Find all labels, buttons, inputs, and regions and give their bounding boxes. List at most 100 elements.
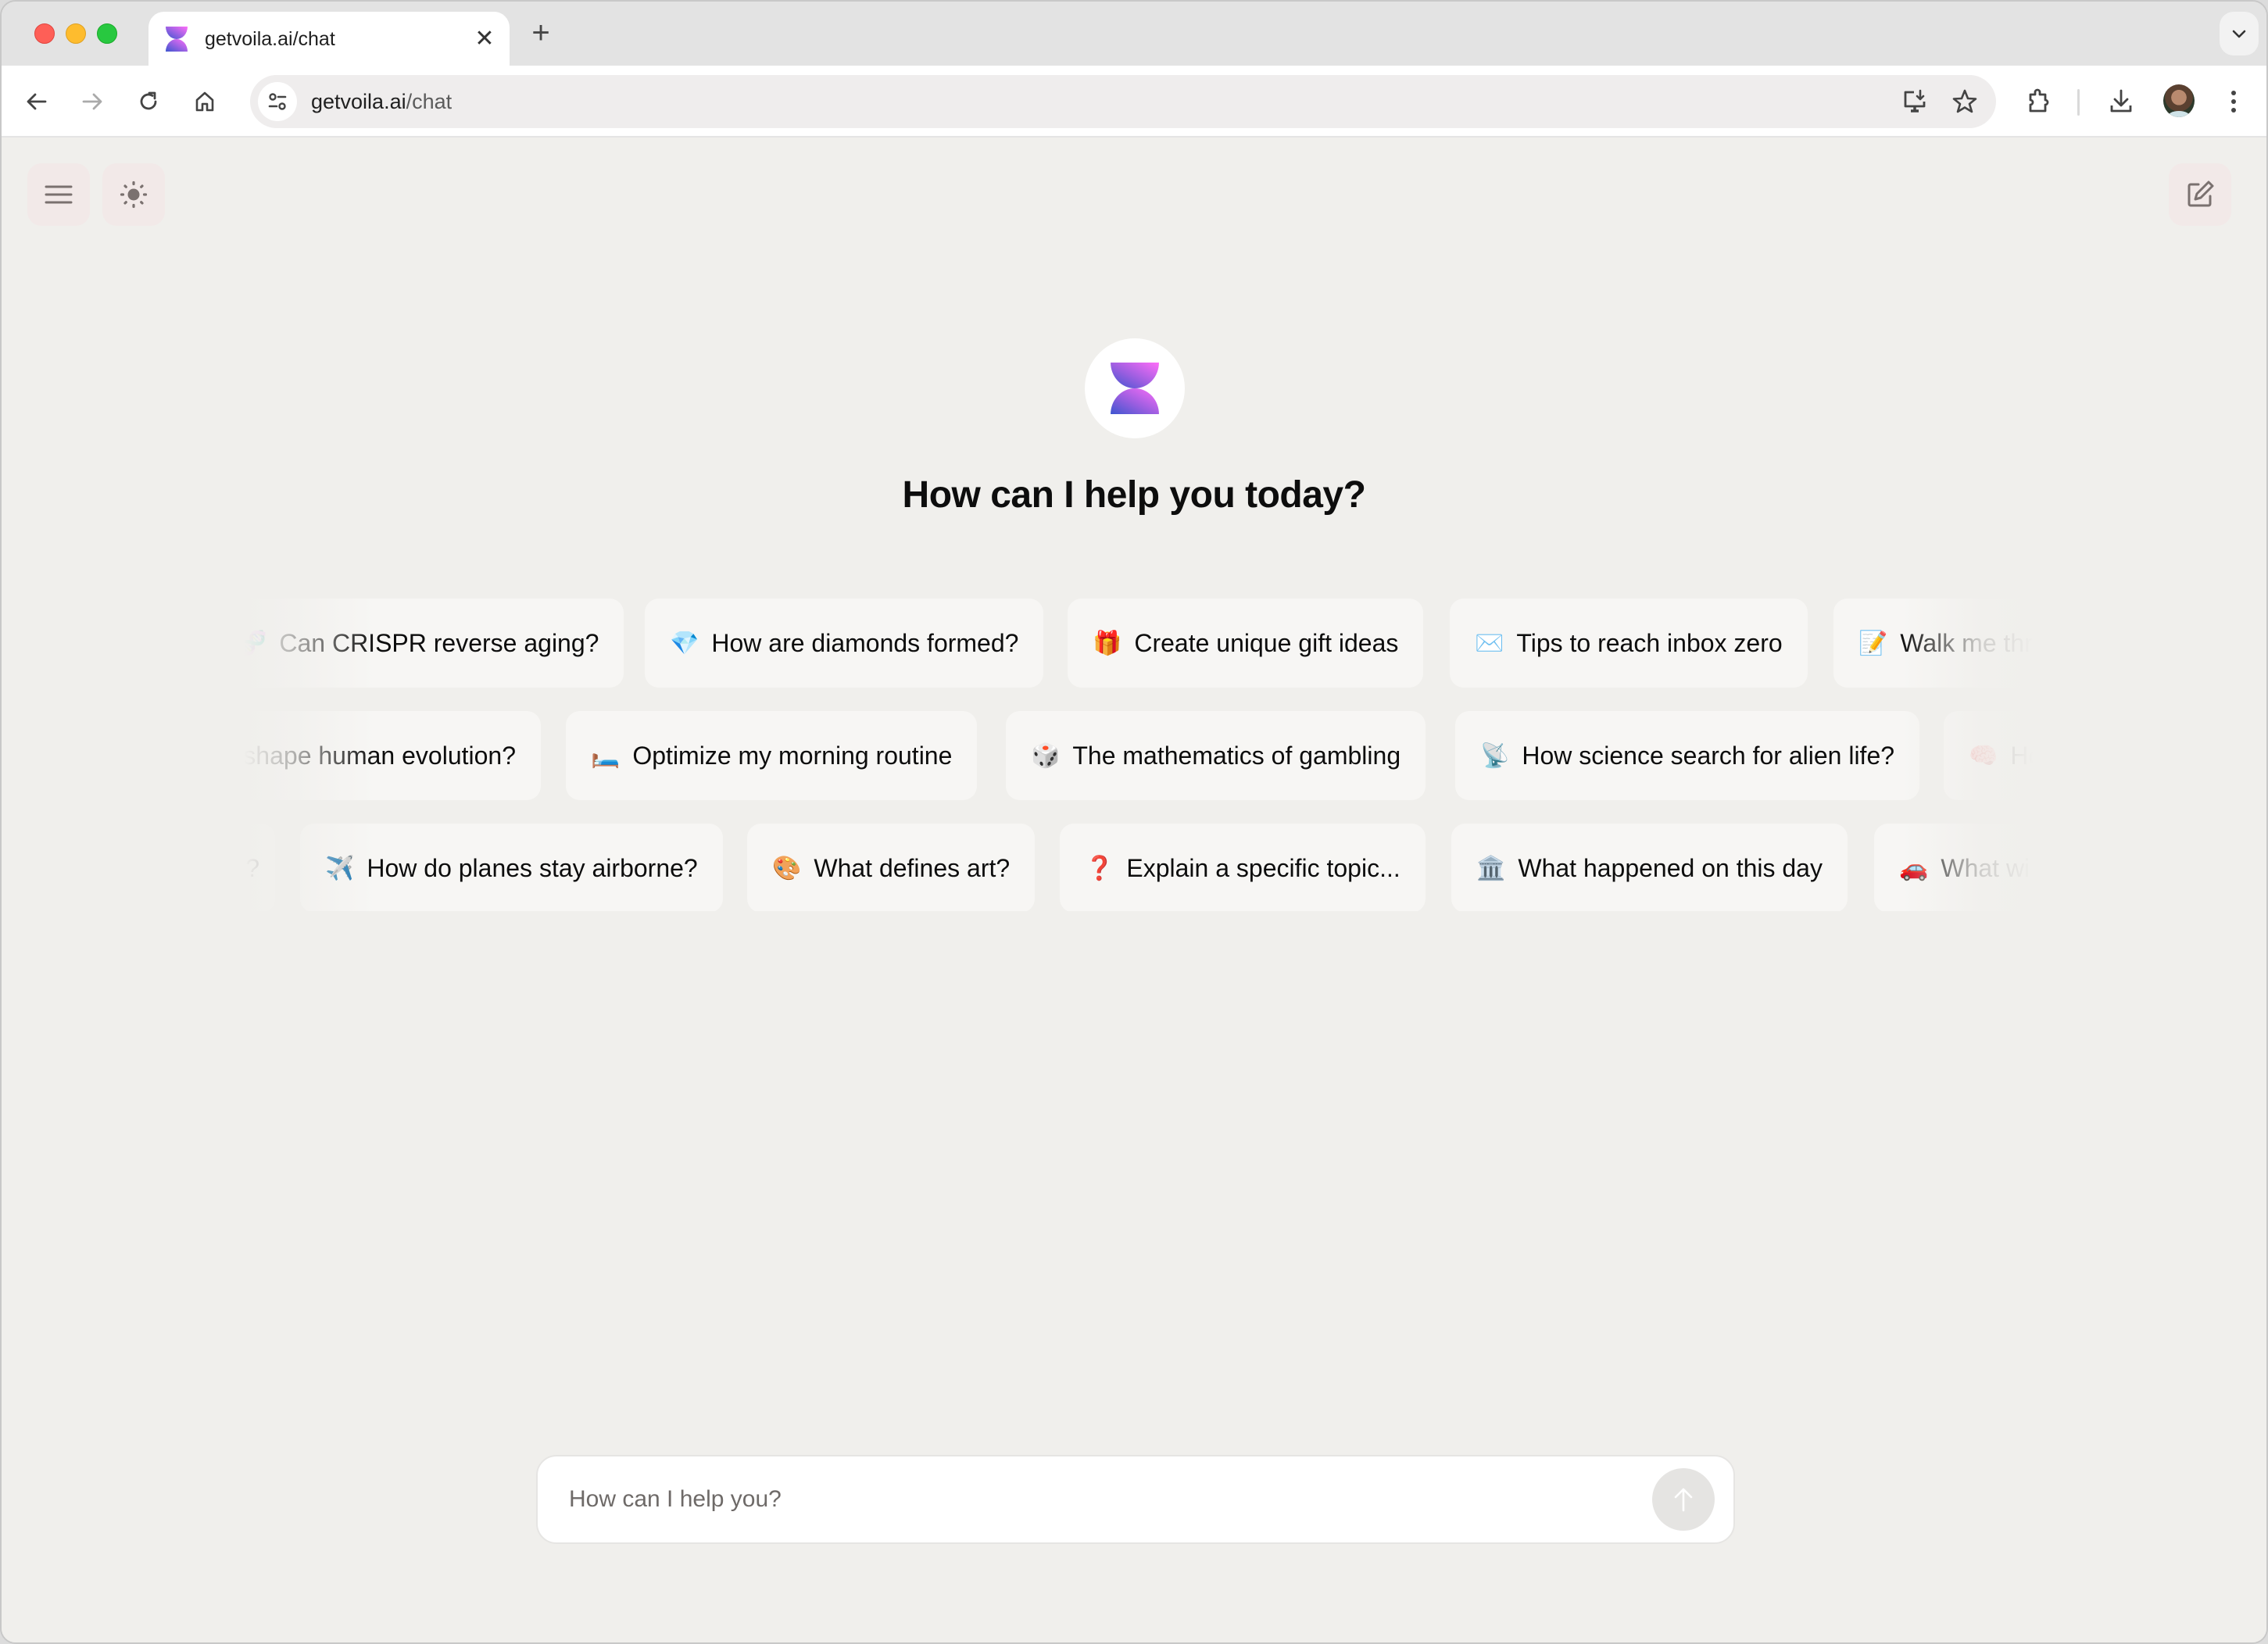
- profile-avatar[interactable]: [2163, 84, 2195, 117]
- menu-button[interactable]: [27, 163, 90, 226]
- reload-icon: [140, 91, 157, 110]
- dice-icon: 🎲: [1031, 742, 1061, 770]
- suggestion-label: shape human evolution?: [244, 741, 516, 770]
- satellite-antenna-icon: 📡: [1480, 742, 1510, 770]
- suggestion-chip[interactable]: 📡 How science search for alien life?: [1455, 711, 1920, 800]
- suggestion-row-1: 🧬 Can CRISPR reverse aging? 💎 How are di…: [244, 599, 2034, 688]
- suggestion-label: How are diamonds formed?: [711, 628, 1019, 657]
- site-info-button[interactable]: [258, 82, 297, 121]
- suggestion-label: Ho: [2010, 741, 2034, 770]
- voila-logo-icon: [1111, 363, 1159, 414]
- chevron-down-icon: [2232, 30, 2246, 38]
- install-app-button[interactable]: [1896, 83, 1934, 120]
- chat-composer: [536, 1455, 1735, 1544]
- reload-button[interactable]: [130, 83, 167, 120]
- browser-window: getvoila.ai/chat ✕ + getvoila.ai/chat Ho…: [0, 0, 2268, 1644]
- suggestion-chip[interactable]: ✉️ Tips to reach inbox zero: [1450, 599, 1808, 688]
- install-app-icon: [1904, 89, 1926, 113]
- question-mark-icon: ❓: [1085, 854, 1114, 882]
- browser-tab-active[interactable]: getvoila.ai/chat ✕: [148, 12, 510, 66]
- suggestion-label: How do planes stay airborne?: [367, 853, 698, 882]
- address-bar[interactable]: getvoila.ai/chat: [250, 75, 1996, 128]
- new-chat-button[interactable]: [2169, 163, 2231, 226]
- suggestion-label: Walk me thr: [1900, 628, 2033, 657]
- car-icon: 🚗: [1899, 854, 1929, 882]
- suggestion-chip[interactable]: 🧬 Can CRISPR reverse aging?: [244, 599, 624, 688]
- back-button[interactable]: [18, 83, 55, 120]
- suggestion-chip[interactable]: 🎲 The mathematics of gambling: [1006, 711, 1426, 800]
- browser-menu-button[interactable]: [2215, 83, 2252, 120]
- airplane-icon: ✈️: [325, 854, 355, 882]
- url-text[interactable]: getvoila.ai/chat: [311, 90, 1896, 114]
- extensions-icon: [2029, 88, 2049, 113]
- suggestion-chip[interactable]: 🛏️ Optimize my morning routine: [566, 711, 978, 800]
- suggestion-label: ?: [245, 853, 259, 882]
- suggestion-row-2: shape human evolution? 🛏️ Optimize my mo…: [244, 711, 2034, 800]
- classical-building-icon: 🏛️: [1476, 854, 1506, 882]
- home-button[interactable]: [186, 83, 224, 120]
- suggestion-chip[interactable]: 🧠 Ho: [1944, 711, 2034, 800]
- suggestion-chip[interactable]: ❓ Explain a specific topic...: [1060, 824, 1426, 911]
- suggestion-label: Can CRISPR reverse aging?: [279, 628, 599, 657]
- arrow-left-icon: [27, 93, 47, 110]
- tab-strip: getvoila.ai/chat ✕ +: [2, 2, 2266, 66]
- forward-button[interactable]: [73, 83, 111, 120]
- suggestion-label: What happened on this day: [1518, 853, 1823, 882]
- voila-logo-icon: [166, 27, 188, 52]
- suggestion-chip[interactable]: 🚗 What wi: [1874, 824, 2034, 911]
- suggestion-chip[interactable]: shape human evolution?: [244, 711, 541, 800]
- arrow-up-icon: [1674, 1488, 1693, 1512]
- arrow-right-icon: [82, 93, 102, 110]
- gift-icon: 🎁: [1093, 629, 1122, 657]
- envelope-icon: ✉️: [1475, 629, 1504, 657]
- url-path: /chat: [406, 89, 453, 113]
- sun-icon: [120, 180, 148, 209]
- suggestion-chip[interactable]: ✈️ How do planes stay airborne?: [300, 824, 723, 911]
- suggestion-chip[interactable]: 🎁 Create unique gift ideas: [1068, 599, 1424, 688]
- brain-icon: 🧠: [1969, 742, 1998, 770]
- edit-compose-icon: [2188, 180, 2214, 207]
- suggestion-chip[interactable]: ?: [244, 824, 275, 911]
- dna-icon: 🧬: [244, 630, 267, 657]
- page-title: How can I help you today?: [902, 474, 1366, 516]
- send-button[interactable]: [1652, 1468, 1715, 1531]
- suggestion-label: What wi: [1941, 853, 2030, 882]
- home-icon: [195, 91, 214, 112]
- suggestion-label: Explain a specific topic...: [1126, 853, 1401, 882]
- suggestion-label: What defines art?: [814, 853, 1011, 882]
- suggestion-chip[interactable]: 📝 Walk me thr: [1833, 599, 2034, 688]
- suggestion-chip[interactable]: 💎 How are diamonds formed?: [645, 599, 1044, 688]
- downloads-button[interactable]: [2102, 83, 2140, 120]
- more-vert-icon: [2231, 91, 2236, 113]
- chat-app: How can I help you today? 🧬 Can CRISPR r…: [2, 138, 2266, 1642]
- suggestion-carousel: 🧬 Can CRISPR reverse aging? 💎 How are di…: [244, 599, 2034, 911]
- suggestion-label: The mathematics of gambling: [1072, 741, 1401, 770]
- browser-toolbar: getvoila.ai/chat: [2, 66, 2266, 138]
- close-window-button[interactable]: [34, 23, 55, 44]
- suggestion-chip[interactable]: 🏛️ What happened on this day: [1451, 824, 1848, 911]
- suggestion-label: Tips to reach inbox zero: [1516, 628, 1783, 657]
- tune-icon: [268, 93, 287, 110]
- minimize-window-button[interactable]: [66, 23, 86, 44]
- bed-icon: 🛏️: [591, 742, 621, 770]
- maximize-window-button[interactable]: [97, 23, 117, 44]
- bookmark-star-icon: [1952, 89, 1977, 113]
- hamburger-menu-icon: [45, 185, 73, 204]
- palette-icon: 🎨: [772, 854, 802, 882]
- url-host: getvoila.ai: [311, 89, 406, 113]
- bookmark-button[interactable]: [1946, 83, 1984, 120]
- tab-search-button[interactable]: [2220, 12, 2259, 55]
- chat-input[interactable]: [569, 1476, 1652, 1523]
- extensions-button[interactable]: [2019, 83, 2057, 120]
- diamond-icon: 💎: [670, 629, 699, 657]
- suggestion-label: How science search for alien life?: [1522, 741, 1895, 770]
- close-icon[interactable]: ✕: [469, 27, 500, 51]
- suggestion-chip[interactable]: 🎨 What defines art?: [747, 824, 1036, 911]
- suggestion-label: Optimize my morning routine: [632, 741, 953, 770]
- plus-icon[interactable]: +: [525, 16, 556, 50]
- suggestion-label: Create unique gift ideas: [1134, 628, 1399, 657]
- tab-title: getvoila.ai/chat: [205, 27, 335, 50]
- download-icon: [2110, 89, 2132, 113]
- theme-toggle-button[interactable]: [102, 163, 165, 226]
- toolbar-divider: [2077, 89, 2080, 116]
